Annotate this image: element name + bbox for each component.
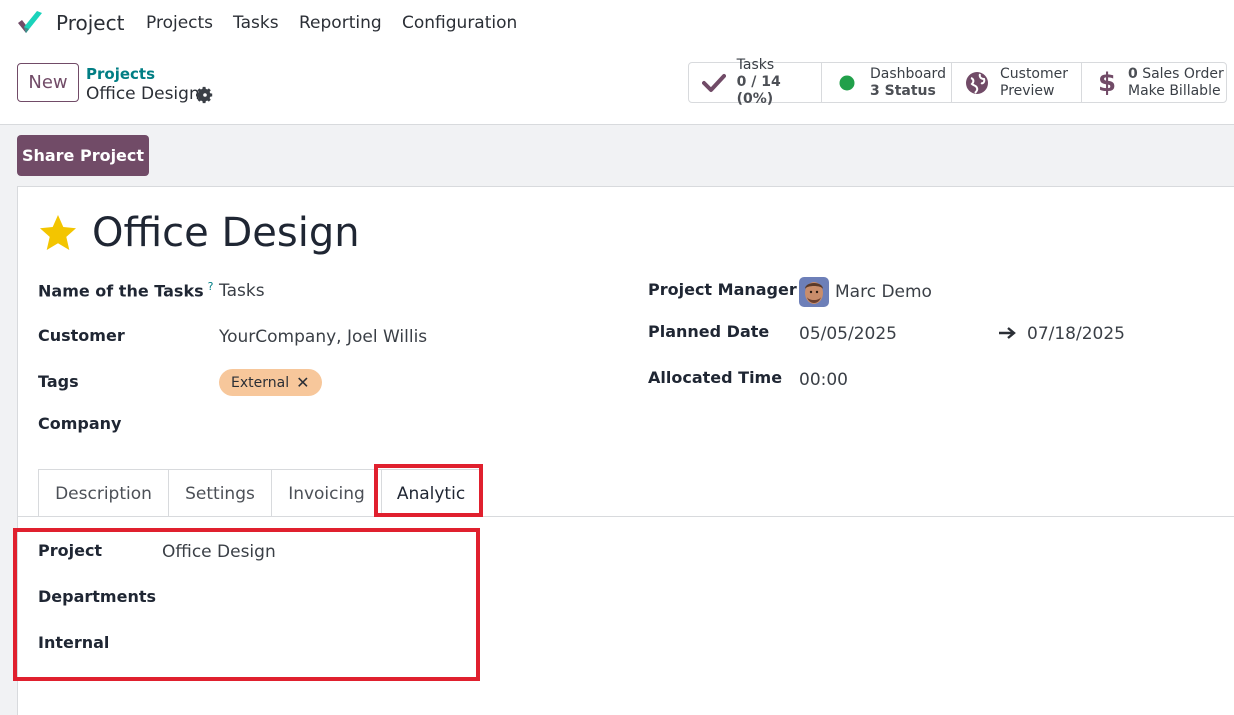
favorite-star-icon[interactable] [38, 213, 78, 253]
project-title[interactable]: Office Design [92, 210, 360, 256]
notebook-tabs: Description Settings Invoicing Analytic [38, 469, 481, 517]
sales-order-stat-button[interactable]: $ 0 Sales Order Make Billable [1082, 63, 1226, 102]
control-panel: New Projects Office Design Tasks 0 / 14 … [0, 48, 1234, 125]
gear-icon[interactable] [196, 86, 214, 104]
dashboard-stat-label: Dashboard [870, 65, 946, 82]
tags-label: Tags [38, 372, 79, 391]
dashboard-stat-value: 3 Status [870, 82, 936, 99]
allocated-time-field[interactable]: 00:00 [799, 370, 848, 390]
customer-stat-line1: Customer [1000, 65, 1069, 82]
tab-analytic[interactable]: Analytic [381, 469, 481, 517]
stat-buttons: Tasks 0 / 14 (0%) Dashboard 3 Status Cus… [688, 57, 1227, 107]
tasks-stat-value: 0 / 14 (0%) [736, 74, 781, 107]
project-app-logo-icon[interactable] [15, 9, 45, 37]
share-project-button[interactable]: Share Project [17, 135, 149, 176]
customer-stat-line2: Preview [1000, 82, 1055, 99]
app-name[interactable]: Project [56, 11, 124, 35]
tasks-stat-button[interactable]: Tasks 0 / 14 (0%) [689, 57, 822, 107]
planned-date-label: Planned Date [648, 322, 770, 341]
breadcrumb-projects-link[interactable]: Projects [86, 65, 155, 83]
customer-label: Customer [38, 326, 125, 345]
nav-tasks[interactable]: Tasks [233, 13, 279, 33]
tasks-stat-label: Tasks [736, 57, 775, 73]
project-manager-label: Project Manager [648, 280, 797, 299]
check-icon [701, 70, 727, 96]
internal-label: Internal [38, 633, 110, 652]
form-sheet [17, 186, 1234, 715]
nav-configuration[interactable]: Configuration [402, 13, 517, 33]
dashboard-stat-button[interactable]: Dashboard 3 Status [822, 63, 952, 102]
departments-label: Departments [38, 587, 157, 606]
avatar [799, 277, 829, 307]
project-manager-field[interactable]: Marc Demo [835, 282, 932, 302]
tab-invoicing[interactable]: Invoicing [271, 469, 381, 517]
breadcrumb-current: Office Design [86, 84, 200, 104]
top-navbar: Project Projects Tasks Reporting Configu… [0, 0, 1234, 48]
sales-order-count: 0 [1128, 65, 1138, 82]
arrow-right-icon [999, 327, 1016, 339]
sales-order-label: Sales Order [1137, 65, 1224, 82]
nav-reporting[interactable]: Reporting [299, 13, 382, 33]
tabs-divider [18, 516, 1234, 517]
planned-end-date-field[interactable]: 07/18/2025 [1027, 324, 1125, 344]
customer-field[interactable]: YourCompany, Joel Willis [219, 327, 427, 347]
customer-preview-stat-button[interactable]: Customer Preview [952, 63, 1082, 102]
tab-description[interactable]: Description [38, 469, 168, 517]
name-of-tasks-field[interactable]: Tasks [219, 281, 265, 301]
tab-settings[interactable]: Settings [168, 469, 271, 517]
planned-start-date-field[interactable]: 05/05/2025 [799, 324, 897, 344]
tag-label: External [231, 374, 290, 391]
new-button[interactable]: New [17, 63, 79, 102]
name-of-tasks-label: Name of the Tasks? [38, 280, 214, 301]
analytic-project-field[interactable]: Office Design [162, 542, 276, 562]
dollar-icon: $ [1097, 67, 1117, 98]
green-dot-icon [834, 70, 860, 96]
tag-external[interactable]: External ✕ [219, 369, 322, 396]
allocated-time-label: Allocated Time [648, 368, 783, 387]
company-label: Company [38, 414, 122, 433]
help-icon[interactable]: ? [208, 280, 214, 293]
globe-icon [964, 70, 990, 96]
nav-projects[interactable]: Projects [146, 13, 213, 33]
analytic-project-label: Project [38, 541, 103, 560]
make-billable-label: Make Billable [1128, 82, 1221, 99]
remove-tag-icon[interactable]: ✕ [296, 373, 309, 392]
